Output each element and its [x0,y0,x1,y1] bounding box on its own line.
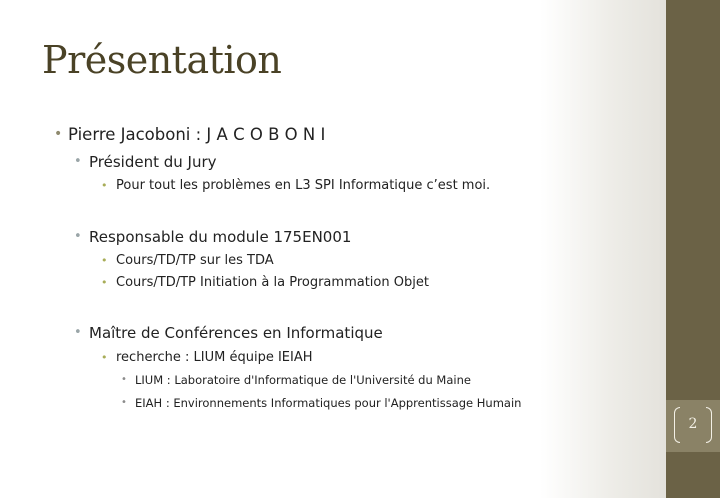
bullet-text: Pour tout les problèmes en L3 SPI Inform… [116,178,491,193]
bullet-text: Cours/TD/TP Initiation à la Programmatio… [116,275,429,290]
bullet-item: • LIUM : Laboratoire d'Informatique de l… [121,373,471,387]
bullet-text: Maître de Conférences en Informatique [89,324,383,342]
bullet-item: • Cours/TD/TP sur les TDA [101,253,274,268]
bullet-dot-icon: • [121,374,127,385]
bullet-dot-icon: • [101,254,108,267]
bullet-dot-icon: • [74,154,82,169]
bullet-dot-icon: • [74,229,82,244]
bullet-text: LIUM : Laboratoire d'Informatique de l'U… [135,373,471,387]
bullet-item: • Président du Jury [74,153,217,171]
bullet-text: Pierre Jacoboni : J A C O B O N I [68,125,326,144]
bullet-item: • Pierre Jacoboni : J A C O B O N I [54,125,326,144]
bullet-dot-icon: • [121,397,127,408]
bullet-item: • EIAH : Environnements Informatiques po… [121,396,522,410]
bullet-dot-icon: • [101,276,108,289]
page-number-bracket: 2 [672,407,714,445]
bullet-text: Cours/TD/TP sur les TDA [116,253,274,268]
bullet-text: EIAH : Environnements Informatiques pour… [135,396,522,410]
bullet-text: Président du Jury [89,153,217,171]
bullet-item: • recherche : LIUM équipe IEIAH [101,350,313,365]
bullet-text: Responsable du module 175EN001 [89,228,352,246]
bullet-list: • Pierre Jacoboni : J A C O B O N I • Pr… [0,0,660,498]
page-number: 2 [688,416,698,432]
bullet-dot-icon: • [54,126,63,142]
slide: 2 Présentation • Pierre Jacoboni : J A C… [0,0,720,498]
bullet-dot-icon: • [101,351,108,364]
bullet-item: • Responsable du module 175EN001 [74,228,352,246]
bullet-text: recherche : LIUM équipe IEIAH [116,350,313,365]
bullet-item: • Pour tout les problèmes en L3 SPI Info… [101,178,491,193]
bullet-dot-icon: • [101,179,108,192]
bullet-item: • Maître de Conférences en Informatique [74,324,383,342]
bullet-item: • Cours/TD/TP Initiation à la Programmat… [101,275,429,290]
bullet-dot-icon: • [74,325,82,340]
